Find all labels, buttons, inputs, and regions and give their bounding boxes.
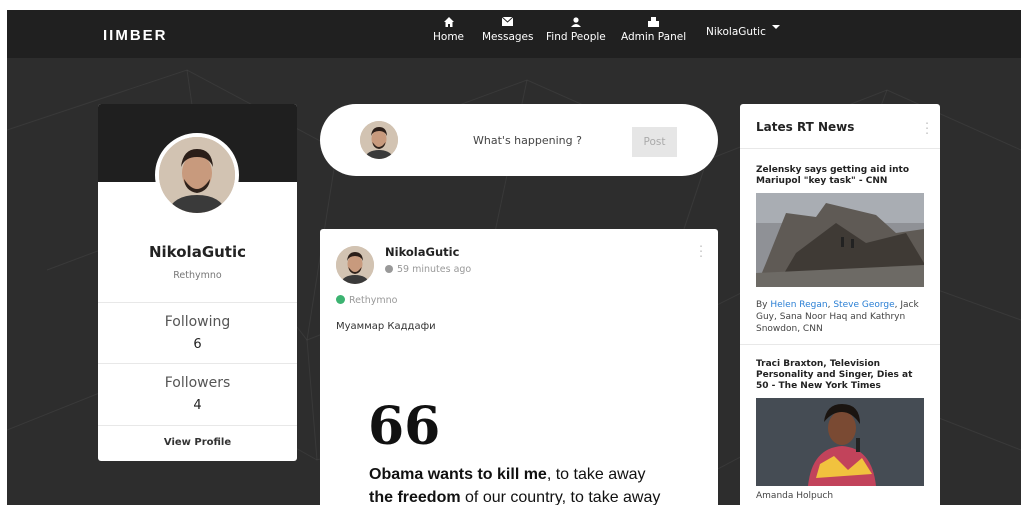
post-location-text: Rethymno (349, 295, 398, 306)
news-item-headline[interactable]: Traci Braxton, Television Personality an… (756, 359, 926, 392)
divider (740, 148, 940, 149)
caret-down-icon (771, 25, 780, 29)
nav-messages[interactable]: Messages (482, 16, 534, 43)
brand-logo[interactable]: IIMBER (103, 27, 168, 44)
post-card: NikolaGutic 59 minutes ago ... Rethymno … (320, 229, 718, 505)
people-icon (546, 17, 606, 31)
view-profile-link[interactable]: View Profile (98, 437, 297, 448)
divider (98, 363, 297, 364)
following-label[interactable]: Following (98, 314, 297, 330)
top-navbar: IIMBER Home Messages Find People Admin P… (7, 10, 1021, 58)
nav-admin-panel-label: Admin Panel (621, 31, 687, 43)
news-image-portrait[interactable] (756, 398, 924, 486)
author-link[interactable]: Helen Regan (770, 300, 827, 310)
quote-image-text: Obama wants to kill me, to take away the … (369, 463, 689, 505)
news-byline: Amanda Holpuch (756, 491, 834, 501)
kebab-menu-icon[interactable]: ... (698, 237, 704, 259)
nav-find-people[interactable]: Find People (546, 17, 606, 43)
user-menu-name: NikolaGutic (706, 26, 766, 38)
news-item-headline[interactable]: Zelensky says getting aid into Mariupol … (756, 165, 926, 187)
news-byline: By Helen Regan, Steve George, Jack Guy, … (756, 299, 926, 335)
post-timestamp: 59 minutes ago (385, 264, 471, 275)
admin-icon (621, 17, 686, 31)
quote-normal-1: , to take away (546, 466, 646, 483)
envelope-icon (482, 16, 534, 31)
nav-messages-label: Messages (482, 31, 534, 43)
news-card: Lates RT News ... Zelensky says getting … (740, 104, 940, 505)
post-author-avatar[interactable] (336, 246, 374, 284)
nav-admin-panel[interactable]: Admin Panel (621, 17, 686, 43)
followers-label[interactable]: Followers (98, 375, 297, 391)
quote-normal-2: of our country, to take away (460, 489, 661, 505)
nav-home[interactable]: Home (433, 17, 464, 43)
whats-happening-input[interactable] (420, 131, 635, 149)
divider (98, 302, 297, 303)
news-title: Lates RT News (756, 120, 855, 134)
byline-prefix: By (756, 300, 771, 310)
post-author-name[interactable]: NikolaGutic (385, 245, 459, 259)
author-link[interactable]: Steve George (833, 300, 894, 310)
divider (740, 344, 940, 345)
composer-avatar (360, 121, 398, 159)
post-time-text: 59 minutes ago (397, 264, 472, 275)
post-text: Муаммар Каддафи (336, 321, 436, 332)
quote-mark-icon: 66 (368, 396, 441, 457)
nav-find-people-label: Find People (546, 31, 606, 43)
profile-name: NikolaGutic (148, 243, 247, 261)
clock-icon (385, 265, 393, 273)
post-composer: Post (320, 104, 718, 176)
post-location: Rethymno (336, 295, 397, 306)
user-menu[interactable]: NikolaGutic (706, 25, 780, 38)
nav-home-label: Home (433, 31, 465, 43)
profile-location: Rethymno (173, 270, 222, 281)
avatar[interactable] (155, 133, 239, 217)
quote-bold-2: the freedom (369, 489, 461, 505)
profile-card: NikolaGutic Rethymno Following 6 Followe… (98, 104, 297, 461)
kebab-menu-icon[interactable]: ... (924, 114, 930, 136)
app-frame: IIMBER Home Messages Find People Admin P… (7, 10, 1021, 505)
check-icon (336, 295, 345, 304)
news-image-ruins[interactable] (756, 193, 924, 287)
quote-bold-1: Obama wants to kill me (369, 466, 547, 483)
divider (98, 425, 297, 426)
following-count: 6 (193, 337, 202, 352)
post-button[interactable]: Post (632, 127, 677, 157)
home-icon (433, 17, 464, 31)
followers-count: 4 (193, 398, 202, 413)
